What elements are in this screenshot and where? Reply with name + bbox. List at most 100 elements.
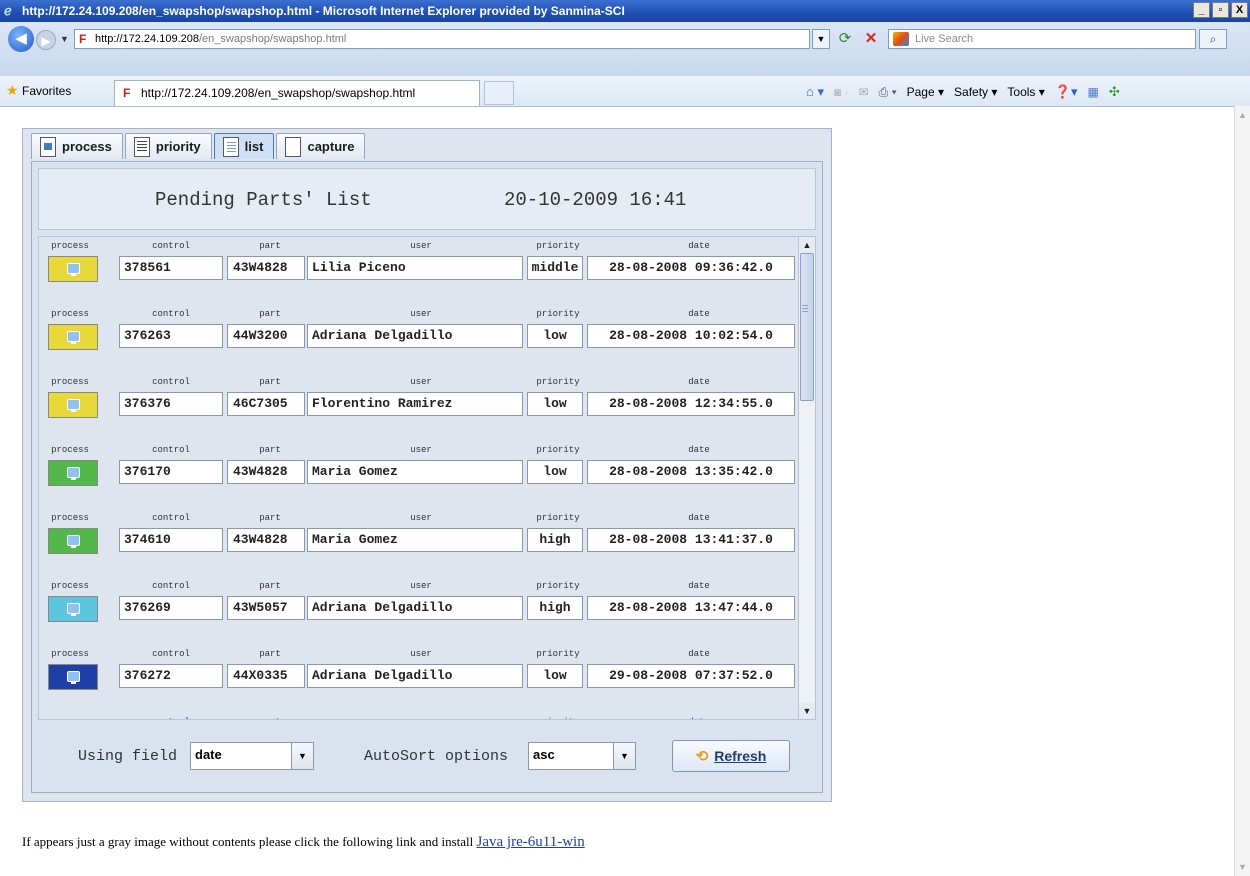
user-field[interactable]: Adriana Delgadillo <box>307 324 523 348</box>
control-field[interactable]: 376376 <box>119 392 223 416</box>
table-row[interactable]: process control part user priority date 376170… <box>39 443 799 511</box>
table-row[interactable]: process control part user priority date 376269… <box>39 579 799 647</box>
forward-button[interactable]: ▶ <box>36 30 56 50</box>
part-field[interactable]: 44W3200 <box>227 324 305 348</box>
table-row[interactable]: process control part user priority date 378561… <box>39 239 799 307</box>
table-row[interactable]: process control part user priority date 376263… <box>39 307 799 375</box>
maximize-button[interactable]: ▫ <box>1212 2 1229 18</box>
feeds-icon[interactable]: ◙ · <box>834 85 849 99</box>
history-dropdown-icon[interactable]: ▼ <box>60 34 69 44</box>
chevron-down-icon[interactable]: ▼ <box>613 743 635 769</box>
using-field-select[interactable]: date ▼ <box>190 742 314 770</box>
control-field[interactable]: 378561 <box>119 256 223 280</box>
page-scroll-up-icon[interactable]: ▲ <box>1238 110 1247 120</box>
part-field[interactable]: 46C7305 <box>227 392 305 416</box>
tab-process[interactable]: process <box>31 133 123 159</box>
part-field[interactable]: 44X0335 <box>227 664 305 688</box>
page-favicon-icon: F <box>79 32 87 46</box>
process-status-swatch[interactable] <box>48 664 98 690</box>
process-status-swatch[interactable] <box>48 528 98 554</box>
page-menu[interactable]: Page ▾ <box>907 85 944 99</box>
priority-field[interactable]: low <box>527 392 583 416</box>
column-label-date: date <box>688 513 710 523</box>
page-scrollbar[interactable]: ▲ ▼ <box>1234 106 1250 876</box>
monitor-icon <box>67 263 80 276</box>
table-row[interactable]: processcontrolpartuserprioritydate <box>39 715 799 719</box>
favorites-button[interactable]: Favorites <box>22 84 71 98</box>
tab-capture[interactable]: capture <box>276 133 366 159</box>
minimize-button[interactable]: _ <box>1193 2 1210 18</box>
priority-field[interactable]: high <box>527 528 583 552</box>
refresh-button[interactable]: ⟲ Refresh <box>672 740 790 772</box>
search-input[interactable]: Live Search <box>888 29 1196 49</box>
print-icon[interactable]: ⎙ ▾ <box>879 85 897 100</box>
search-go-button[interactable]: ⌕ <box>1199 29 1227 49</box>
date-field[interactable]: 28-08-2008 10:02:54.0 <box>587 324 795 348</box>
mail-icon[interactable]: ✉ <box>859 85 869 99</box>
column-label-date: date <box>688 309 710 319</box>
part-field[interactable]: 43W4828 <box>227 256 305 280</box>
address-dropdown-button[interactable]: ▼ <box>812 29 830 49</box>
back-button[interactable]: ◀ <box>8 26 34 52</box>
tools-menu[interactable]: Tools ▾ <box>1007 85 1044 99</box>
page-scroll-down-icon[interactable]: ▼ <box>1238 862 1247 872</box>
safety-menu[interactable]: Safety ▾ <box>954 85 997 99</box>
autosort-select[interactable]: asc ▼ <box>528 742 636 770</box>
browser-tab[interactable]: F http://172.24.109.208/en_swapshop/swap… <box>114 80 480 106</box>
priority-field[interactable]: low <box>527 460 583 484</box>
priority-field[interactable]: low <box>527 324 583 348</box>
user-field[interactable]: Maria Gomez <box>307 460 523 484</box>
column-label-process: process <box>51 581 89 591</box>
favorites-star-icon[interactable]: ★ <box>6 82 19 99</box>
process-status-swatch[interactable] <box>48 324 98 350</box>
part-field[interactable]: 43W4828 <box>227 528 305 552</box>
browser-refresh-icon[interactable]: ⟳ <box>834 29 856 49</box>
priority-field[interactable]: high <box>527 596 583 620</box>
control-field[interactable]: 374610 <box>119 528 223 552</box>
user-field[interactable]: Lilia Piceno <box>307 256 523 280</box>
chevron-down-icon[interactable]: ▼ <box>291 743 313 769</box>
new-tab-button[interactable] <box>484 81 514 105</box>
stop-icon[interactable]: ✕ <box>860 29 882 49</box>
part-field[interactable]: 43W4828 <box>227 460 305 484</box>
control-field[interactable]: 376272 <box>119 664 223 688</box>
priority-field[interactable]: middle <box>527 256 583 280</box>
process-status-swatch[interactable] <box>48 460 98 486</box>
home-icon[interactable]: ⌂ ▾ <box>806 84 824 100</box>
scroll-down-icon[interactable]: ▼ <box>799 703 815 719</box>
user-field[interactable]: Adriana Delgadillo <box>307 664 523 688</box>
close-button[interactable]: X <box>1231 2 1248 18</box>
user-field[interactable]: Adriana Delgadillo <box>307 596 523 620</box>
control-field[interactable]: 376170 <box>119 460 223 484</box>
date-field[interactable]: 28-08-2008 13:35:42.0 <box>587 460 795 484</box>
user-field[interactable]: Maria Gomez <box>307 528 523 552</box>
date-field[interactable]: 28-08-2008 13:41:37.0 <box>587 528 795 552</box>
list-scrollbar[interactable]: ▲ ▼ <box>798 237 815 719</box>
priority-field[interactable]: low <box>527 664 583 688</box>
control-field[interactable]: 376269 <box>119 596 223 620</box>
date-field[interactable]: 28-08-2008 09:36:42.0 <box>587 256 795 280</box>
user-field[interactable]: Florentino Ramirez <box>307 392 523 416</box>
research-icon[interactable]: ▦ <box>1088 85 1099 99</box>
date-field[interactable]: 28-08-2008 13:47:44.0 <box>587 596 795 620</box>
scroll-up-icon[interactable]: ▲ <box>799 237 815 253</box>
control-field[interactable]: 376263 <box>119 324 223 348</box>
messenger-icon[interactable]: ✣ <box>1109 84 1120 100</box>
table-row[interactable]: process control part user priority date 374610… <box>39 511 799 579</box>
date-field[interactable]: 28-08-2008 12:34:55.0 <box>587 392 795 416</box>
scroll-thumb[interactable] <box>800 253 814 401</box>
part-field[interactable]: 43W5057 <box>227 596 305 620</box>
process-status-swatch[interactable] <box>48 596 98 622</box>
column-label-control: control <box>152 649 190 659</box>
table-row[interactable]: process control part user priority date 376272… <box>39 647 799 715</box>
date-field[interactable]: 29-08-2008 07:37:52.0 <box>587 664 795 688</box>
tab-priority[interactable]: priority <box>124 133 212 159</box>
tab-list[interactable]: list <box>213 133 275 159</box>
process-status-swatch[interactable] <box>48 256 98 282</box>
address-input[interactable]: F http://172.24.109.208/en_swapshop/swap… <box>74 29 810 49</box>
help-icon[interactable]: ❓▾ <box>1055 84 1078 100</box>
process-status-swatch[interactable] <box>48 392 98 418</box>
pending-parts-list[interactable]: process control part user priority date 378561… <box>38 236 816 720</box>
java-install-link[interactable]: Java jre-6u11-win <box>477 834 585 850</box>
table-row[interactable]: process control part user priority date 376376… <box>39 375 799 443</box>
